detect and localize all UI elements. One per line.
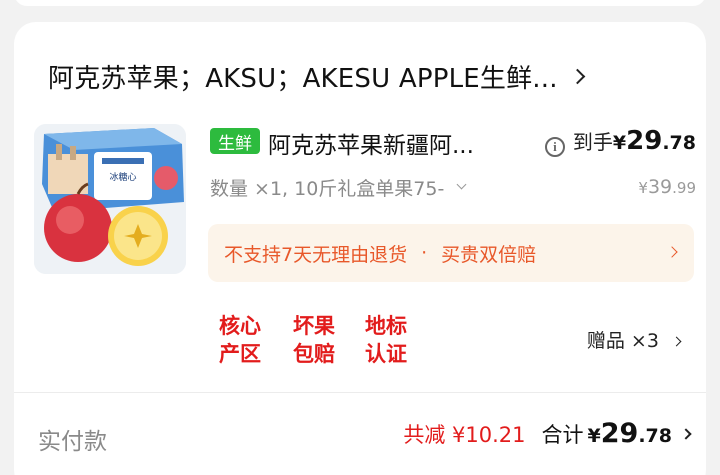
product-thumbnail[interactable]: 冰糖心 xyxy=(34,124,186,274)
price-guarantee-text: 买贵双倍赔 xyxy=(441,243,537,266)
no-return-text: 不支持7天无理由退货 xyxy=(224,243,408,266)
chevron-right-icon[interactable] xyxy=(569,68,585,84)
spec-text[interactable]: 数量 ×1, 10斤礼盒单果75- xyxy=(210,174,444,201)
gift-link[interactable]: 赠品 ×3 xyxy=(587,326,682,353)
currency-symbol: ¥ xyxy=(612,132,627,154)
previous-card xyxy=(14,0,706,6)
final-price[interactable]: i 到手 ¥ 29 .78 xyxy=(544,126,696,157)
chevron-right-icon[interactable] xyxy=(671,336,682,347)
separator-dot: · xyxy=(421,242,428,264)
total-decimal: .78 xyxy=(638,425,672,447)
price-integer: 29 xyxy=(626,126,663,156)
shop-header[interactable]: 阿克苏苹果；AKSU；AKESU APPLE生鲜... xyxy=(48,56,585,96)
info-icon[interactable]: i xyxy=(544,137,565,157)
spec-selector[interactable]: 数量 ×1, 10斤礼盒单果75- xyxy=(210,174,467,201)
product-title[interactable]: 阿克苏苹果新疆阿... xyxy=(268,126,474,160)
divider xyxy=(14,392,706,393)
total-label: 合计 xyxy=(541,423,584,447)
badge-geo-certified: 地标 认证 xyxy=(356,312,416,368)
service-notice[interactable]: 不支持7天无理由退货 · 买贵双倍赔 xyxy=(208,224,694,282)
shop-name[interactable]: 阿克苏苹果；AKSU；AKESU APPLE生鲜... xyxy=(48,58,558,95)
total-summary[interactable]: 共减 ¥10.21 合计 ¥ 29 .78 xyxy=(403,418,692,449)
original-price: ¥39.99 xyxy=(638,176,696,198)
badge-line: 包赔 xyxy=(293,342,335,366)
total-currency: ¥ xyxy=(587,425,601,447)
badge-line: 核心 xyxy=(219,314,261,338)
chevron-right-icon[interactable] xyxy=(680,428,692,440)
discount-amount: 共减 ¥10.21 xyxy=(403,423,526,447)
badge-bad-fruit-compensation: 坏果 包赔 xyxy=(284,312,344,368)
gift-label[interactable]: 赠品 ×3 xyxy=(587,330,659,352)
badge-line: 认证 xyxy=(365,342,407,366)
paid-amount-label: 实付款 xyxy=(38,429,107,455)
orig-currency: ¥ xyxy=(638,179,648,197)
badge-line: 地标 xyxy=(365,314,407,338)
badge-line: 产区 xyxy=(219,342,261,366)
orig-price-decimal: .99 xyxy=(672,179,696,197)
total-integer: 29 xyxy=(600,418,639,449)
badge-line: 坏果 xyxy=(293,314,335,338)
box-label: 冰糖心 xyxy=(109,171,136,183)
apple-box-image: 冰糖心 xyxy=(34,124,186,274)
orig-price-integer: 39 xyxy=(647,176,673,198)
badge-core-region: 核心 产区 xyxy=(210,312,270,368)
chevron-down-icon[interactable] xyxy=(456,179,467,190)
fresh-tag: 生鲜 xyxy=(210,128,260,154)
final-price-label: 到手 xyxy=(572,130,613,154)
price-decimal: .78 xyxy=(662,132,696,154)
chevron-right-icon[interactable] xyxy=(666,246,678,258)
